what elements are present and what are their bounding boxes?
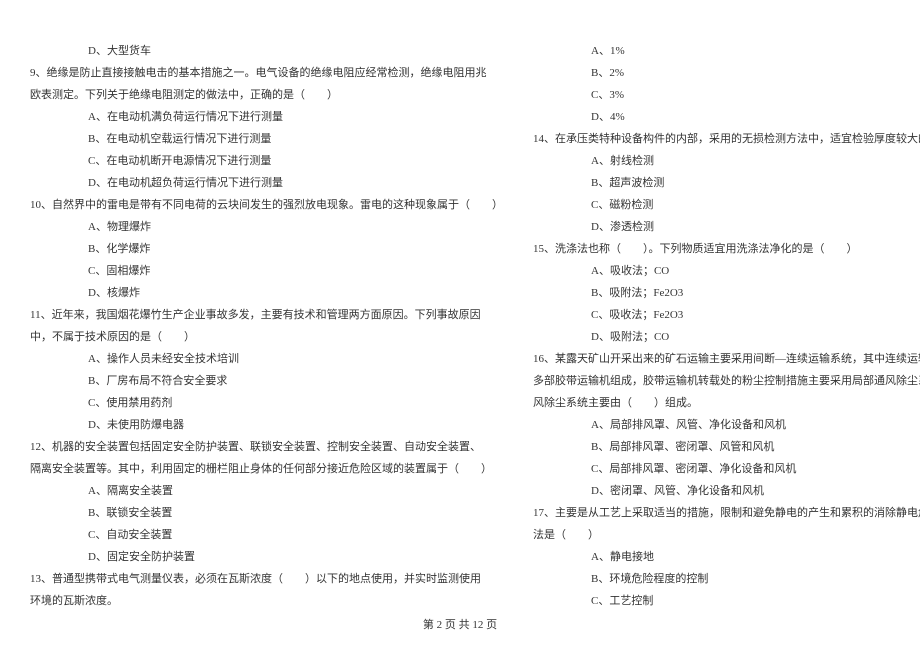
left-line-6: D、在电动机超负荷运行情况下进行测量 — [30, 172, 503, 194]
page-footer: 第 2 页 共 12 页 — [0, 616, 920, 632]
left-line-13: 中，不属于技术原因的是（ ） — [30, 326, 503, 348]
left-line-18: 12、机器的安全装置包括固定安全防护装置、联锁安全装置、控制安全装置、自动安全装… — [30, 436, 503, 458]
right-line-22: 法是（ ） — [533, 524, 920, 546]
right-line-19: C、局部排风罩、密闭罩、净化设备和风机 — [533, 458, 920, 480]
right-line-23: A、静电接地 — [533, 546, 920, 568]
left-line-0: D、大型货车 — [30, 40, 503, 62]
right-line-4: 14、在承压类特种设备构件的内部，采用的无损检测方法中，适宜检验厚度较大的工件是… — [533, 128, 920, 150]
left-column: D、大型货车9、绝缘是防止直接接触电击的基本措施之一。电气设备的绝缘电阻应经常检… — [30, 40, 503, 612]
right-line-15: 多部胶带运输机组成，胶带运输机转载处的粉尘控制措施主要采用局部通风除尘系统。局部… — [533, 370, 920, 392]
right-line-7: C、磁粉检测 — [533, 194, 920, 216]
right-line-18: B、局部排风罩、密闭罩、风管和风机 — [533, 436, 920, 458]
right-line-20: D、密闭罩、风管、净化设备和风机 — [533, 480, 920, 502]
right-line-3: D、4% — [533, 106, 920, 128]
left-line-1: 9、绝缘是防止直接接触电击的基本措施之一。电气设备的绝缘电阻应经常检测，绝缘电阻… — [30, 62, 503, 84]
page-container: D、大型货车9、绝缘是防止直接接触电击的基本措施之一。电气设备的绝缘电阻应经常检… — [0, 0, 920, 632]
left-line-20: A、隔离安全装置 — [30, 480, 503, 502]
right-line-1: B、2% — [533, 62, 920, 84]
left-line-24: 13、普通型携带式电气测量仪表，必须在瓦斯浓度（ ）以下的地点使用，并实时监测使… — [30, 568, 503, 590]
right-line-16: 风除尘系统主要由（ ）组成。 — [533, 392, 920, 414]
left-line-19: 隔离安全装置等。其中，利用固定的栅栏阻止身体的任何部分接近危险区域的装置属于（ … — [30, 458, 503, 480]
right-line-0: A、1% — [533, 40, 920, 62]
right-line-9: 15、洗涤法也称（ ）。下列物质适宜用洗涤法净化的是（ ） — [533, 238, 920, 260]
left-line-14: A、操作人员未经安全技术培训 — [30, 348, 503, 370]
left-line-11: D、核爆炸 — [30, 282, 503, 304]
right-line-24: B、环境危险程度的控制 — [533, 568, 920, 590]
right-line-11: B、吸附法；Fe2O3 — [533, 282, 920, 304]
right-line-2: C、3% — [533, 84, 920, 106]
left-line-21: B、联锁安全装置 — [30, 502, 503, 524]
left-line-10: C、固相爆炸 — [30, 260, 503, 282]
right-column: A、1%B、2%C、3%D、4%14、在承压类特种设备构件的内部，采用的无损检测… — [533, 40, 920, 612]
left-line-8: A、物理爆炸 — [30, 216, 503, 238]
right-line-25: C、工艺控制 — [533, 590, 920, 612]
left-line-5: C、在电动机断开电源情况下进行测量 — [30, 150, 503, 172]
left-line-23: D、固定安全防护装置 — [30, 546, 503, 568]
left-line-4: B、在电动机空载运行情况下进行测量 — [30, 128, 503, 150]
left-line-16: C、使用禁用药剂 — [30, 392, 503, 414]
right-line-12: C、吸收法；Fe2O3 — [533, 304, 920, 326]
right-line-6: B、超声波检测 — [533, 172, 920, 194]
left-line-15: B、厂房布局不符合安全要求 — [30, 370, 503, 392]
left-line-12: 11、近年来，我国烟花爆竹生产企业事故多发，主要有技术和管理两方面原因。下列事故… — [30, 304, 503, 326]
left-line-7: 10、自然界中的雷电是带有不同电荷的云块间发生的强烈放电现象。雷电的这种现象属于… — [30, 194, 503, 216]
left-line-3: A、在电动机满负荷运行情况下进行测量 — [30, 106, 503, 128]
left-line-2: 欧表测定。下列关于绝缘电阻测定的做法中，正确的是（ ） — [30, 84, 503, 106]
left-line-17: D、未使用防爆电器 — [30, 414, 503, 436]
right-line-14: 16、某露天矿山开采出来的矿石运输主要采用间断—连续运输系统，其中连续运输系统主… — [533, 348, 920, 370]
left-line-25: 环境的瓦斯浓度。 — [30, 590, 503, 612]
right-line-8: D、渗透检测 — [533, 216, 920, 238]
right-line-10: A、吸收法；CO — [533, 260, 920, 282]
right-line-21: 17、主要是从工艺上采取适当的措施，限制和避免静电的产生和累积的消除静电危害的重… — [533, 502, 920, 524]
left-line-9: B、化学爆炸 — [30, 238, 503, 260]
right-line-5: A、射线检测 — [533, 150, 920, 172]
left-line-22: C、自动安全装置 — [30, 524, 503, 546]
right-line-17: A、局部排风罩、风管、净化设备和风机 — [533, 414, 920, 436]
right-line-13: D、吸附法；CO — [533, 326, 920, 348]
